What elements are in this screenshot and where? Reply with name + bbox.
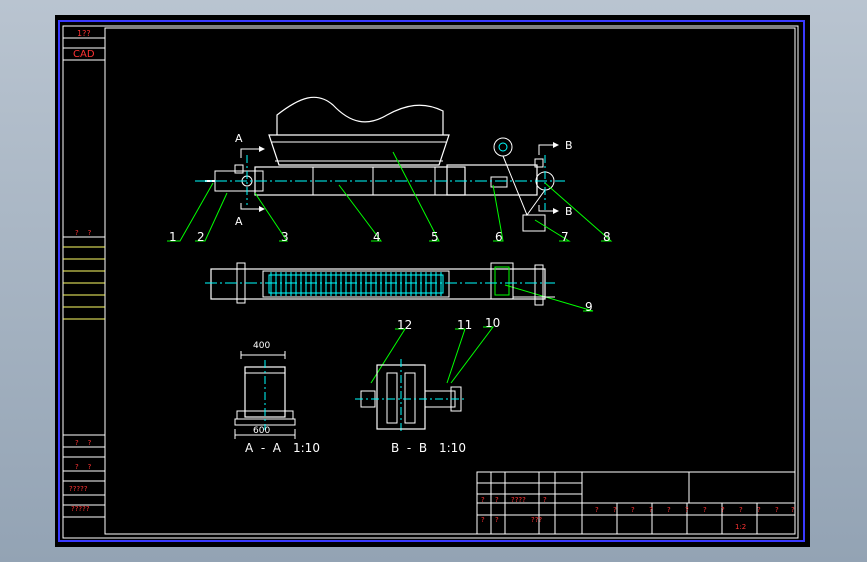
section-b-caption: B - B <box>391 441 427 455</box>
svg-text:?: ? <box>685 506 689 514</box>
side-top-text: 1?? <box>77 29 91 38</box>
svg-text:????: ???? <box>511 496 526 504</box>
side-lower-text-2: ? ? <box>75 463 92 471</box>
part-label-11: 11 <box>457 318 472 332</box>
svg-text:?: ? <box>721 506 725 514</box>
part-label-12: 12 <box>397 318 412 332</box>
svg-text:?: ? <box>481 496 485 504</box>
section-a-marker-bottom: A <box>235 215 243 228</box>
section-a-marker-top: A <box>235 132 243 145</box>
section-a-scale: 1:10 <box>293 441 320 455</box>
dimension-top-width: 400 <box>253 341 270 351</box>
border-inner <box>104 27 796 535</box>
section-b-view <box>355 359 467 433</box>
cad-viewport[interactable]: 1?? CAD ? ? ? ? ? ? ????? ????? A A B B … <box>55 15 810 547</box>
svg-text:?: ? <box>495 516 499 524</box>
part-label-7: 7 <box>561 230 569 244</box>
part-label-10: 10 <box>485 316 500 330</box>
section-b-marker-bottom: B <box>565 205 573 218</box>
svg-text:?: ? <box>757 506 761 514</box>
part-label-2: 2 <box>197 230 205 244</box>
title-block-text: ? ? ? ? ? ? ? ? ? ? ? ? ? ? ???? ? ? ? ?… <box>481 496 795 531</box>
side-lower-text-4: ????? <box>71 505 90 513</box>
leader-lines <box>167 151 613 384</box>
svg-text:?: ? <box>649 506 653 514</box>
side-cad-text: CAD <box>73 49 95 60</box>
title-stamp: ??? <box>531 516 542 524</box>
svg-text:?: ? <box>775 506 779 514</box>
discharge-tube <box>446 164 538 196</box>
cad-drawing: 1?? CAD ? ? ? ? ? ? ????? ????? A A B B … <box>58 20 805 542</box>
drive-motor <box>493 137 513 157</box>
svg-text:?: ? <box>703 506 707 514</box>
svg-text:?: ? <box>495 496 499 504</box>
side-lower-text-3: ????? <box>69 485 88 493</box>
part-label-9: 9 <box>585 300 593 314</box>
svg-text:?: ? <box>667 506 671 514</box>
svg-text:?: ? <box>791 506 795 514</box>
svg-text:?: ? <box>631 506 635 514</box>
part-number-labels: 1 2 3 4 5 6 7 8 9 10 11 12 <box>169 230 611 332</box>
svg-text:?: ? <box>543 496 547 504</box>
svg-text:?: ? <box>595 506 599 514</box>
part-label-3: 3 <box>281 230 289 244</box>
plan-view <box>205 262 555 306</box>
hopper-outline <box>276 96 444 135</box>
side-lower-text-1: ? ? <box>75 439 92 447</box>
section-b-marker-top: B <box>565 139 573 152</box>
part-label-5: 5 <box>431 230 439 244</box>
part-label-6: 6 <box>495 230 503 244</box>
part-label-4: 4 <box>373 230 381 244</box>
section-b-scale: 1:10 <box>439 441 466 455</box>
gear-reducer <box>522 214 546 232</box>
part-label-8: 8 <box>603 230 611 244</box>
main-elevation-view <box>195 96 565 232</box>
svg-text:?: ? <box>613 506 617 514</box>
svg-text:?: ? <box>481 516 485 524</box>
section-a-caption: A - A <box>245 441 282 455</box>
dimension-bottom-width: 600 <box>253 426 270 436</box>
svg-text:?: ? <box>739 506 743 514</box>
plan-drive-unit <box>490 262 514 300</box>
title-scale: 1:2 <box>735 523 746 531</box>
part-label-1: 1 <box>169 230 177 244</box>
side-mid-text: ? ? <box>75 229 92 237</box>
